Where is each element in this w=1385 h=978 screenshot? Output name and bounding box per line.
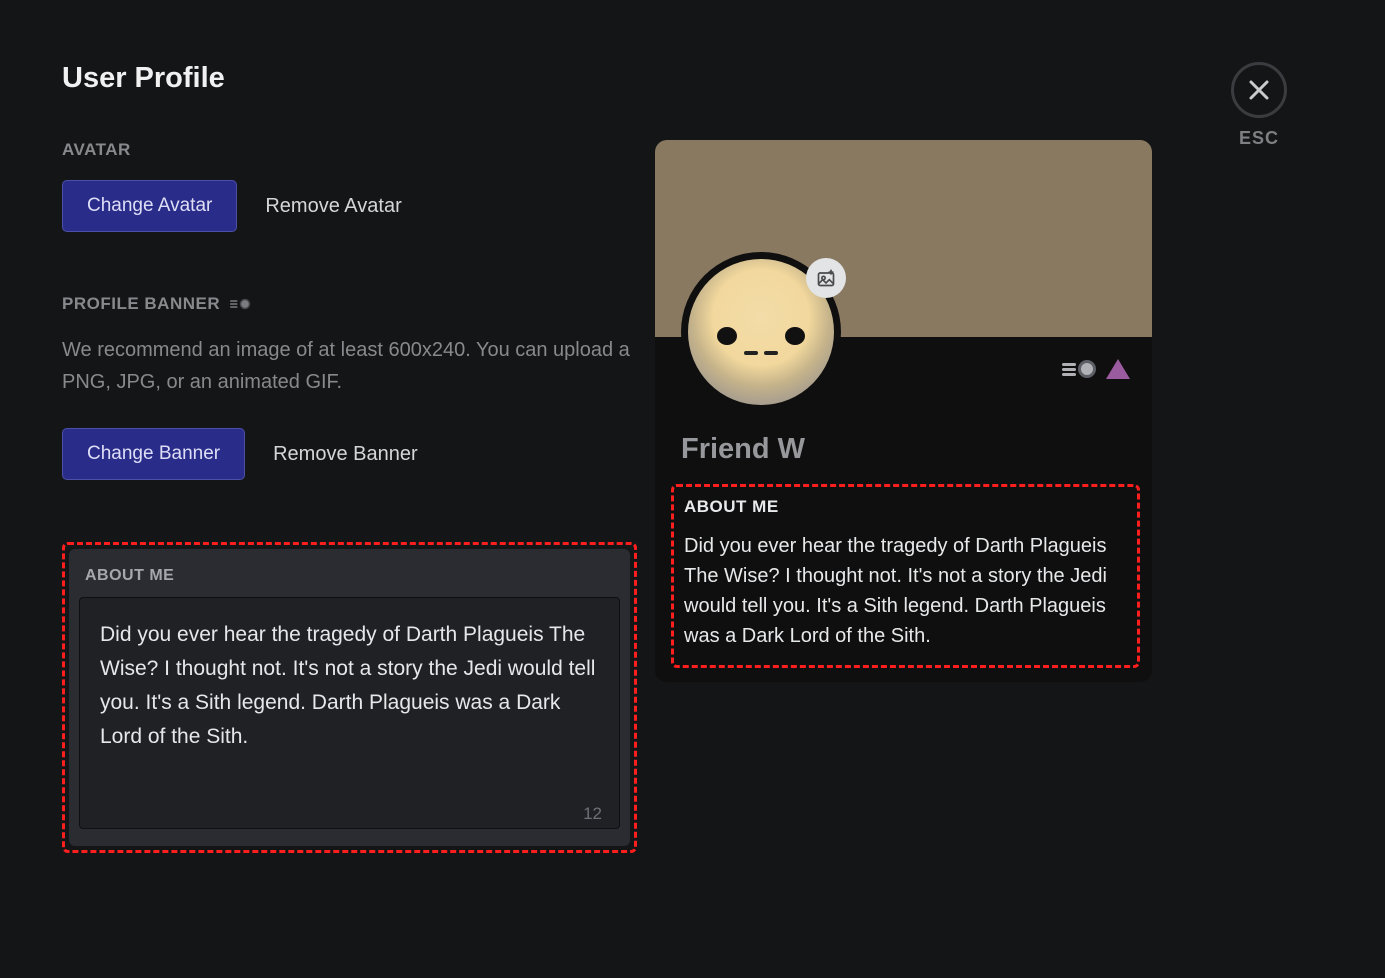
edit-avatar-button[interactable] bbox=[806, 258, 846, 298]
about-me-char-count: 12 bbox=[583, 804, 602, 824]
banner-section-label-text: PROFILE BANNER bbox=[62, 294, 220, 314]
nitro-icon bbox=[230, 299, 250, 310]
hypesquad-badge-icon bbox=[1106, 359, 1130, 379]
remove-avatar-button[interactable]: Remove Avatar bbox=[265, 195, 401, 218]
about-me-input[interactable] bbox=[79, 597, 620, 829]
close-button[interactable] bbox=[1231, 62, 1287, 118]
banner-section-desc: We recommend an image of at least 600x24… bbox=[62, 334, 637, 398]
remove-banner-button[interactable]: Remove Banner bbox=[273, 443, 418, 466]
about-me-highlight: ABOUT ME 12 bbox=[62, 542, 637, 853]
about-me-panel: ABOUT ME 12 bbox=[69, 549, 630, 846]
profile-banner bbox=[655, 140, 1152, 337]
profile-badges bbox=[1062, 359, 1130, 379]
display-name: Friend W bbox=[681, 433, 1126, 466]
change-banner-button[interactable]: Change Banner bbox=[62, 428, 245, 480]
about-me-preview-label: ABOUT ME bbox=[684, 497, 1123, 517]
profile-preview-card: Friend W ABOUT ME Did you ever hear the … bbox=[655, 140, 1152, 682]
close-wrap: ESC bbox=[1231, 62, 1287, 149]
change-avatar-button[interactable]: Change Avatar bbox=[62, 180, 237, 232]
avatar-section-label: AVATAR bbox=[62, 140, 637, 160]
image-add-icon bbox=[816, 268, 836, 288]
about-me-preview-text: Did you ever hear the tragedy of Darth P… bbox=[684, 531, 1123, 651]
nitro-badge-icon bbox=[1062, 360, 1096, 378]
banner-section-label: PROFILE BANNER bbox=[62, 294, 637, 314]
close-label: ESC bbox=[1239, 128, 1279, 149]
about-me-label: ABOUT ME bbox=[79, 567, 620, 585]
page-title: User Profile bbox=[62, 62, 1323, 95]
about-me-preview-highlight: ABOUT ME Did you ever hear the tragedy o… bbox=[671, 484, 1140, 668]
close-icon bbox=[1248, 79, 1270, 101]
